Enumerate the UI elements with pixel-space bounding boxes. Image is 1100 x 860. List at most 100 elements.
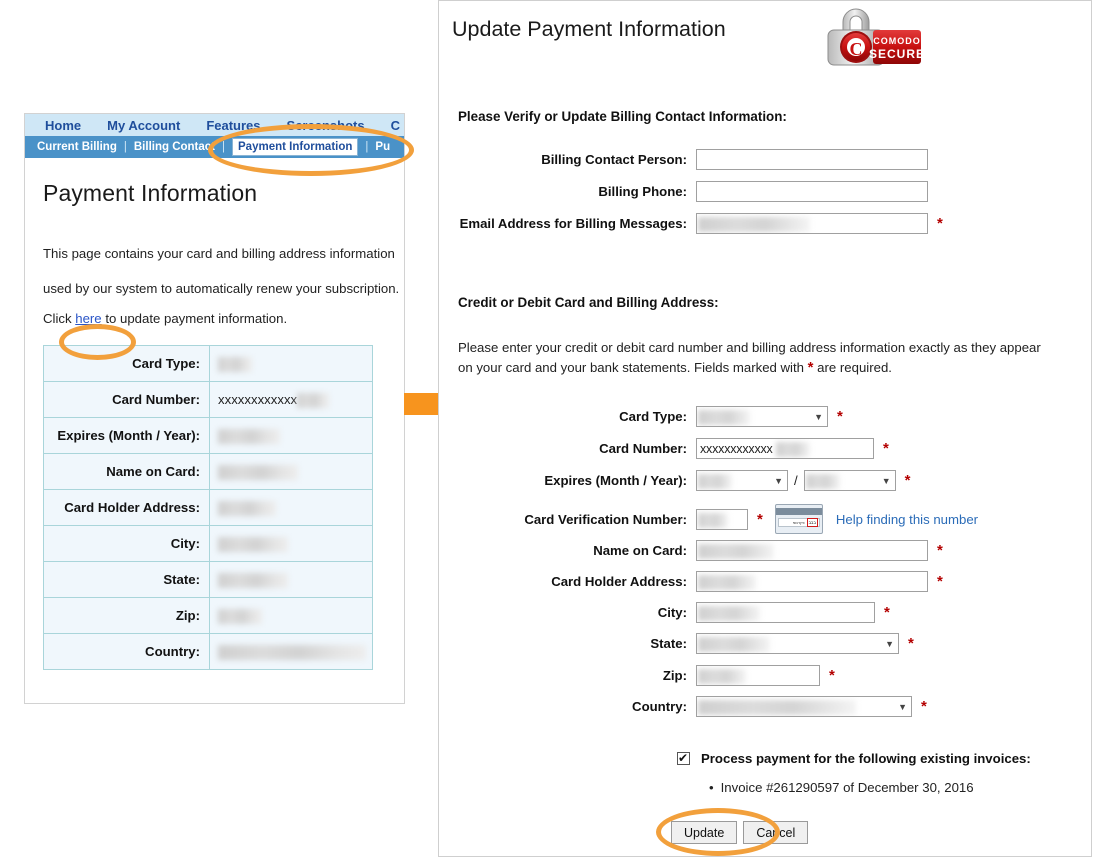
comodo-secure-badge: C COMODO SECURE [823,4,924,67]
subnav-separator: | [123,141,127,153]
table-row-value: xxxxxxxxxxxx [209,381,373,419]
select-control[interactable]: ▼ [696,406,828,427]
signature-text: פיןרםפ [792,520,805,525]
nav-clipped[interactable]: C [391,118,400,133]
redacted-value [698,217,810,232]
dialog-button-row: Update Cancel [671,821,809,844]
redacted-value [698,410,750,425]
card-instructions: Please enter your credit or debit card n… [458,338,1078,379]
signature-panel: פיןרםפ בבב [777,518,820,527]
table-row-value [209,597,373,635]
form-row: Card Holder Address: * [458,571,943,592]
text-input[interactable] [696,665,820,686]
select-control[interactable]: ▼ [696,633,899,654]
table-row-label: State: [43,561,210,599]
field-label-billing-0: Billing Contact Person: [541,152,687,167]
field-label-address-0: Name on Card: [593,543,687,558]
table-row: Zip: [43,597,373,635]
required-asterisk-icon: * [883,440,889,457]
cvv-help-link[interactable]: Help finding this number [836,512,978,527]
redacted-value [218,500,276,516]
redacted-value [218,428,280,444]
subnav-item-billing-contact[interactable]: Billing Contact [134,141,215,153]
subnav-item-current-billing[interactable]: Current Billing [37,141,117,153]
page-description-line-2: used by our system to automatically rene… [43,280,400,296]
svg-text:C: C [850,39,863,59]
text-input[interactable] [696,181,928,202]
table-row-label: Card Type: [43,345,210,383]
update-instruction-line: Click here to update payment information… [43,310,384,329]
text-input[interactable]: xxxxxxxxxxxx [696,438,874,459]
field-label-address-3: State: [650,636,687,651]
cancel-button[interactable]: Cancel [743,821,809,844]
process-payment-label: Process payment for the following existi… [701,751,1031,766]
redacted-value [218,572,288,588]
process-payment-checkbox[interactable] [677,750,690,766]
subnav-item-payment-information[interactable]: Payment Information [232,138,359,156]
update-button[interactable]: Update [671,821,738,844]
text-input[interactable] [696,602,875,623]
cvv-highlight-box: בבב [806,518,818,527]
table-row-value [209,345,373,383]
redacted-value [805,474,840,489]
process-payment-row[interactable]: Process payment for the following existi… [677,750,1031,766]
card-instructions-line-2: on your card and your bank statements. F… [458,357,1078,379]
existing-invoices-block: Process payment for the following existi… [677,750,1031,795]
card-instructions-line-2-pre: on your card and your bank statements. F… [458,360,804,376]
field-label-billing-1: Billing Phone: [598,184,687,199]
form-row: Billing Phone: [458,181,928,202]
form-row: Card Number: xxxxxxxxxxxx * [458,438,889,459]
field-label-address-2: City: [657,605,687,620]
expiry-separator: / [794,473,798,488]
dialog-title: Update Payment Information [452,17,726,41]
payment-information-table: Card Type: Card Number: xxxxxxxxxxxx Expire… [43,345,373,671]
table-row: City: [43,525,373,563]
form-row: Expires (Month / Year): ▼ / ▼ * [458,470,911,491]
required-asterisk-icon: * [937,542,943,559]
table-row-label: Name on Card: [43,453,210,491]
cvn-input[interactable] [696,508,748,530]
bullet-icon: • [709,780,714,795]
card-instructions-line-1: Please enter your credit or debit card n… [458,340,1041,355]
redacted-value [218,644,366,660]
input-value: xxxxxxxxxxxx [700,441,773,456]
field-label-cvn: Card Verification Number: [524,511,687,527]
nav-screenshots[interactable]: Screenshots [287,118,365,133]
field-label-billing-2: Email Address for Billing Messages: [459,216,687,231]
required-asterisk-icon: * [807,359,814,377]
expiry-month-select[interactable]: ▼ [696,470,788,491]
field-label-address-1: Card Holder Address: [551,574,687,589]
redacted-value [218,536,288,552]
update-instruction-prefix: Click [43,311,76,327]
card-instructions-line-2-post: are required. [817,360,892,376]
chevron-down-icon: ▼ [885,638,894,649]
page-description-line-1: This page contains your card and billing… [43,246,395,261]
table-row: Country: [43,633,373,671]
text-input[interactable] [696,540,928,561]
here-link[interactable]: here [75,311,101,326]
nav-my-account[interactable]: My Account [107,118,180,133]
account-billing-page-screenshot: Home My Account Features Screenshots C C… [24,113,405,704]
table-row-label: Card Holder Address: [43,489,210,527]
form-row: City: * [458,602,890,623]
subnav-separator: | [365,141,369,153]
redacted-value [698,474,732,489]
table-row-label: City: [43,525,210,563]
text-input[interactable] [696,571,928,592]
redacted-value [698,512,728,528]
text-input[interactable] [696,149,928,170]
expiry-year-select[interactable]: ▼ [803,470,896,491]
subnav-item-clipped[interactable]: Pu [375,141,390,153]
primary-navigation-bar: Home My Account Features Screenshots C [25,114,404,136]
table-row-label: Country: [43,633,210,671]
nav-features[interactable]: Features [206,118,260,133]
table-row-value [209,525,373,563]
field-label-expires: Expires (Month / Year): [544,473,687,488]
update-instruction-suffix: to update payment information. [101,311,288,327]
billing-sub-navigation-bar: Current Billing | Billing Contact | Paym… [25,136,404,158]
nav-home[interactable]: Home [45,118,81,133]
required-asterisk-icon: * [904,472,911,489]
select-control[interactable]: ▼ [696,696,912,717]
form-row: Billing Contact Person: [458,149,928,170]
text-input[interactable] [696,213,928,234]
